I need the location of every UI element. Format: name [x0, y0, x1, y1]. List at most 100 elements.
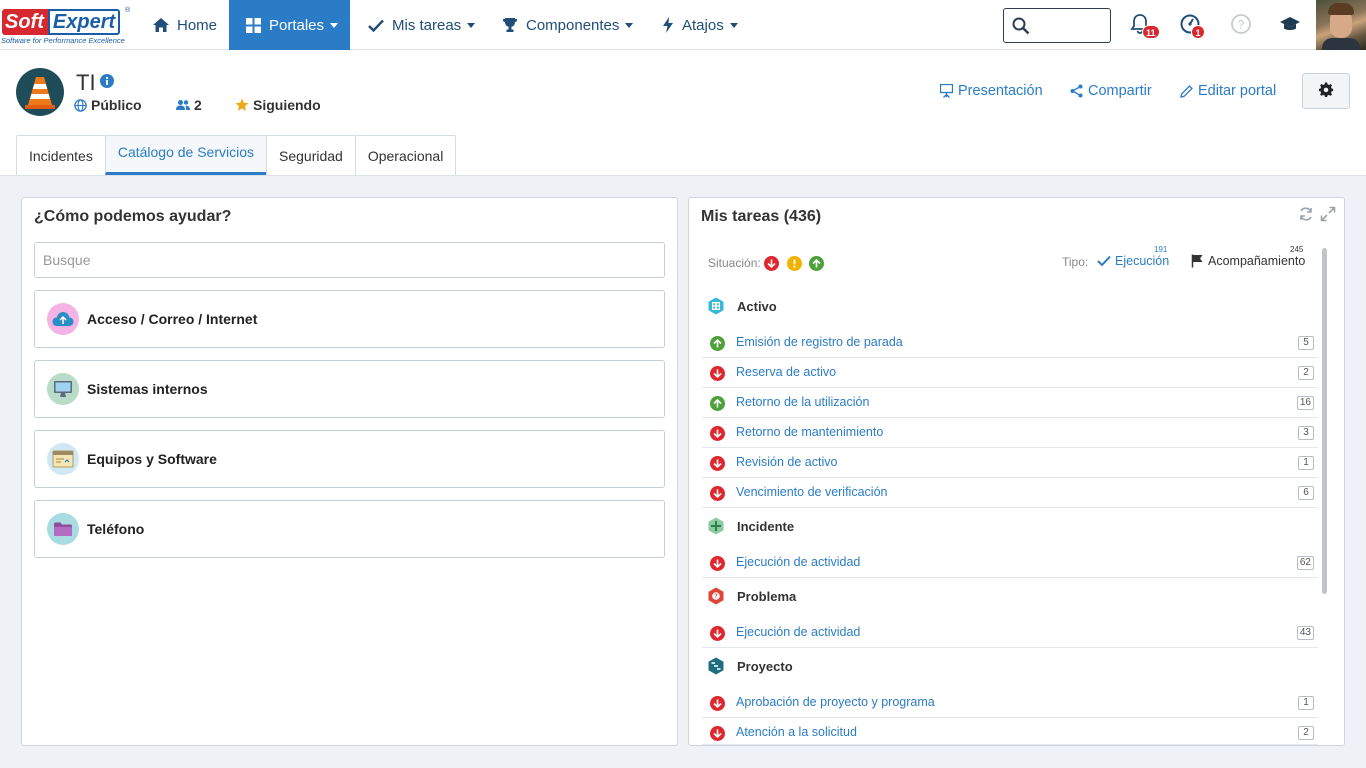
- share-link[interactable]: Compartir: [1070, 83, 1152, 99]
- task-label: Ejecución de actividad: [736, 625, 861, 639]
- status-late-icon: [710, 726, 725, 741]
- task-label: Retorno de la utilización: [736, 395, 870, 409]
- logo-registered: ®: [125, 7, 131, 14]
- problem-icon: ?: [707, 587, 725, 605]
- task-count: 2: [1298, 726, 1314, 740]
- global-search[interactable]: [1003, 8, 1111, 43]
- service-catalog-panel: ¿Cómo podemos ayudar? Acceso / Correo / …: [21, 197, 678, 746]
- chevron-down-icon: [729, 22, 738, 28]
- tasks-title: Mis tareas (436): [701, 208, 822, 225]
- my-tasks-panel: Mis tareas (436) Situación: Tipo: Ejecuc…: [688, 197, 1345, 746]
- portal-visibility-label: Público: [91, 97, 142, 113]
- panel-toolbar: [1298, 206, 1336, 225]
- nav-portales-label: Portales: [269, 16, 325, 34]
- window-icon: [47, 443, 79, 475]
- status-ontime-icon: [710, 336, 725, 351]
- tasks-scrollbar[interactable]: [1322, 248, 1327, 594]
- catalog-item-equipos[interactable]: Equipos y Software: [34, 430, 665, 488]
- home-icon: [153, 18, 169, 32]
- filter-ejecucion[interactable]: Ejecución: [1097, 254, 1169, 268]
- portal-members[interactable]: 2: [176, 97, 202, 113]
- group-label: Problema: [737, 588, 797, 604]
- notifications-button[interactable]: 11: [1129, 13, 1160, 39]
- help-button[interactable]: ?: [1230, 13, 1254, 37]
- chevron-down-icon: [467, 22, 476, 28]
- catalog-item-label: Acceso / Correo / Internet: [87, 311, 258, 327]
- settings-button[interactable]: [1302, 73, 1350, 109]
- catalog-item-acceso[interactable]: Acceso / Correo / Internet: [34, 290, 665, 348]
- task-row[interactable]: Ejecución de actividad 43: [702, 618, 1318, 648]
- nav-atajos[interactable]: Atajos: [652, 0, 748, 50]
- filter-late-icon[interactable]: [764, 256, 779, 271]
- task-row[interactable]: Retorno de mantenimiento 3: [702, 418, 1318, 448]
- tab-seguridad[interactable]: Seguridad: [266, 135, 356, 175]
- refresh-icon[interactable]: [1298, 206, 1314, 225]
- svg-text:?: ?: [1238, 18, 1245, 32]
- status-late-icon: [710, 696, 725, 711]
- task-count: 43: [1296, 626, 1314, 640]
- task-row[interactable]: Atención a la solicitud 2: [702, 718, 1318, 745]
- nav-home[interactable]: Home: [143, 0, 227, 50]
- status-ontime-icon: [710, 396, 725, 411]
- flag-icon: [1191, 254, 1204, 268]
- task-label: Aprobación de proyecto y programa: [736, 695, 935, 709]
- presentation-icon: [940, 84, 953, 98]
- task-group-incidente: Incidente: [707, 517, 794, 535]
- task-row[interactable]: Vencimiento de verificación 6: [702, 478, 1318, 508]
- tab-operacional[interactable]: Operacional: [354, 135, 457, 175]
- catalog-item-telefono[interactable]: Teléfono: [34, 500, 665, 558]
- graduation-cap-icon: [1279, 17, 1301, 38]
- follow-toggle[interactable]: Siguiendo: [235, 97, 321, 113]
- presentation-label: Presentación: [958, 83, 1043, 99]
- catalog-item-sistemas[interactable]: Sistemas internos: [34, 360, 665, 418]
- filter-ontime-icon[interactable]: [809, 256, 824, 271]
- status-late-icon: [710, 426, 725, 441]
- group-label: Incidente: [737, 518, 795, 534]
- presentation-link[interactable]: Presentación: [940, 83, 1043, 99]
- catalog-search[interactable]: [34, 242, 665, 278]
- pencil-icon: [1180, 84, 1193, 98]
- acompanamiento-count: 245: [1290, 245, 1304, 254]
- task-count: 1: [1298, 456, 1314, 470]
- status-late-icon: [710, 626, 725, 641]
- task-label: Retorno de mantenimiento: [736, 425, 884, 439]
- trophy-icon: [502, 17, 518, 33]
- task-group-problema: ? Problema: [707, 587, 796, 605]
- share-icon: [1070, 84, 1083, 98]
- task-row[interactable]: Retorno de la utilización 16: [702, 388, 1318, 418]
- task-row[interactable]: Aprobación de proyecto y programa 1: [702, 688, 1318, 718]
- tab-catalogo-servicios[interactable]: Catálogo de Servicios: [104, 135, 268, 175]
- logo-expert: Expert: [47, 9, 121, 35]
- expand-icon[interactable]: [1320, 206, 1336, 225]
- check-icon: [1097, 255, 1111, 267]
- nav-portales[interactable]: Portales: [229, 0, 350, 50]
- portal-header: TI Público 2 Siguiendo Presentación Comp…: [0, 50, 1366, 176]
- filter-warning-icon[interactable]: [787, 256, 802, 271]
- learning-button[interactable]: [1279, 13, 1303, 37]
- task-filters: Situación: Tipo: Ejecución 191 Acompañam…: [707, 245, 1307, 280]
- portal-visibility: Público: [74, 97, 142, 113]
- nav-mis-tareas[interactable]: Mis tareas: [358, 0, 485, 50]
- task-row[interactable]: Revisión de activo 1: [702, 448, 1318, 478]
- nav-home-label: Home: [177, 16, 218, 34]
- softexpert-logo[interactable]: Soft Expert ® Software for Performance E…: [0, 5, 132, 47]
- project-icon: [707, 657, 725, 675]
- catalog-search-input[interactable]: [35, 243, 664, 277]
- user-avatar[interactable]: [1316, 0, 1366, 50]
- task-row[interactable]: Ejecución de actividad 62: [702, 548, 1318, 578]
- filter-acompanamiento[interactable]: Acompañamiento: [1191, 254, 1305, 268]
- edit-portal-link[interactable]: Editar portal: [1180, 83, 1276, 99]
- gear-icon: [1318, 82, 1334, 100]
- global-search-input[interactable]: [1036, 15, 1106, 37]
- task-row[interactable]: Emisión de registro de parada 5: [702, 328, 1318, 358]
- task-alerts-button[interactable]: 1: [1179, 13, 1205, 39]
- task-label: Vencimiento de verificación: [736, 485, 888, 499]
- tab-incidentes[interactable]: Incidentes: [16, 135, 106, 175]
- nav-componentes[interactable]: Componentes: [492, 0, 643, 50]
- task-row[interactable]: Reserva de activo 2: [702, 358, 1318, 388]
- info-icon[interactable]: [100, 74, 114, 91]
- portal-members-count: 2: [194, 97, 202, 113]
- building-icon: [707, 297, 725, 315]
- task-label: Ejecución de actividad: [736, 555, 861, 569]
- star-icon: [235, 98, 249, 112]
